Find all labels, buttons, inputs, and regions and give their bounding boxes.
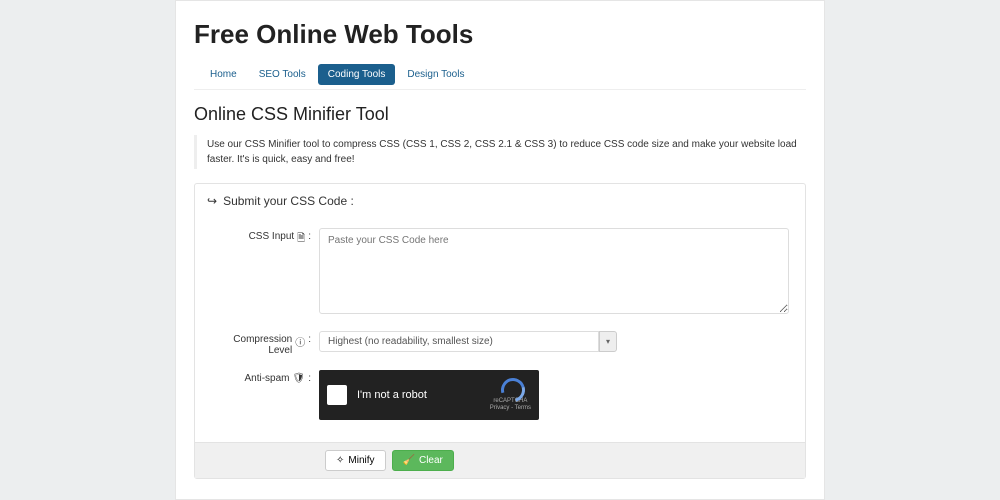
nav-seo-tools[interactable]: SEO Tools: [249, 64, 316, 85]
minify-label: Minify: [348, 455, 374, 466]
css-input-label: CSS Input: [249, 231, 295, 242]
recaptcha-checkbox[interactable]: [327, 385, 347, 405]
recaptcha-text: I'm not a robot: [357, 389, 427, 401]
file-icon: 🗎: [297, 231, 305, 248]
antispam-label: Anti-spam: [245, 373, 290, 384]
main-container: Free Online Web Tools Home SEO Tools Cod…: [175, 0, 825, 500]
nav-coding-tools[interactable]: Coding Tools: [318, 64, 396, 85]
nav-design-tools[interactable]: Design Tools: [397, 64, 474, 85]
recaptcha-terms: Privacy - Terms: [490, 405, 531, 412]
clear-button[interactable]: 🧹 Clear: [392, 450, 454, 471]
form-heading: Submit your CSS Code :: [223, 194, 354, 208]
panel-header: ↪ Submit your CSS Code :: [195, 184, 805, 218]
main-nav: Home SEO Tools Coding Tools Design Tools: [194, 60, 806, 90]
recaptcha-widget[interactable]: I'm not a robot reCAPTCHA Privacy - Term…: [319, 370, 539, 420]
site-title: Free Online Web Tools: [194, 19, 806, 50]
intro-text: Use our CSS Minifier tool to compress CS…: [194, 135, 806, 169]
page-title: Online CSS Minifier Tool: [194, 104, 806, 125]
recaptcha-logo: reCAPTCHA Privacy - Terms: [490, 378, 531, 412]
recaptcha-swirl-icon: [500, 378, 520, 396]
share-arrow-icon: ↪: [207, 194, 217, 208]
compression-label: Compression Level: [211, 334, 292, 356]
clear-label: Clear: [419, 455, 443, 466]
chevron-down-icon[interactable]: ▾: [599, 331, 617, 352]
compression-select[interactable]: Highest (no readability, smallest size) …: [319, 331, 789, 352]
wand-icon: ✧: [336, 455, 344, 466]
compression-selected: Highest (no readability, smallest size): [319, 331, 599, 352]
actions-bar: ✧ Minify 🧹 Clear: [195, 442, 805, 478]
minify-button[interactable]: ✧ Minify: [325, 450, 386, 471]
nav-home[interactable]: Home: [200, 64, 247, 85]
brush-icon: 🧹: [403, 455, 415, 466]
info-icon: ⓘ: [295, 334, 305, 349]
shield-icon: 🛡: [293, 373, 306, 384]
form-panel: ↪ Submit your CSS Code : CSS Input 🗎: Co…: [194, 183, 806, 479]
css-input[interactable]: [319, 228, 789, 314]
